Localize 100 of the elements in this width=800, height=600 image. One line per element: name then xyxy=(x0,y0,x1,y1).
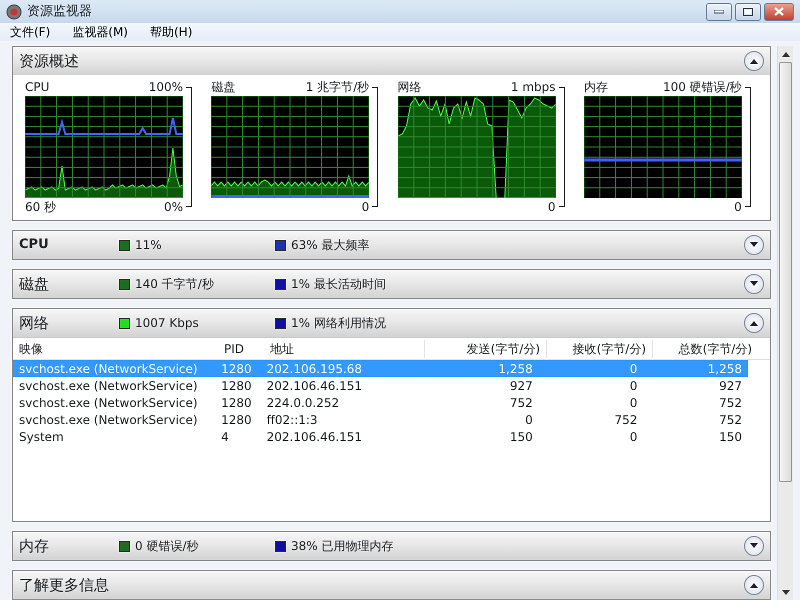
section-title: 磁盘 xyxy=(19,274,50,295)
maximize-button[interactable] xyxy=(735,2,761,20)
graph-time-span: 60 秒 xyxy=(25,199,56,216)
table-cell-text: 224.0.0.252 xyxy=(266,394,340,412)
section-title: 资源概述 xyxy=(19,50,80,72)
table-cell-text: 1,258 xyxy=(706,360,743,378)
section-title: 内存 xyxy=(19,536,50,557)
graph-scale-max: 1 mbps xyxy=(510,79,556,96)
indicator-text: 1% 网络利用情况 xyxy=(291,315,386,332)
table-cell-text: 752 xyxy=(718,412,743,428)
window-title: 资源监视器 xyxy=(27,2,93,21)
table-cell-text: svchost.exe (NetworkService) xyxy=(18,412,199,428)
section-title: 了解更多信息 xyxy=(19,574,110,596)
table-cell-text: 202.106.46.151 xyxy=(266,428,364,446)
indicator-text: 1007 Kbps xyxy=(135,315,199,332)
table-cell-text: 150 xyxy=(718,428,743,446)
indicator-text: 11% xyxy=(135,237,162,254)
graph-scale-min: 0 xyxy=(548,199,556,216)
column-header[interactable]: PID xyxy=(218,340,264,358)
section-header[interactable]: 网络 1007 Kbps 1% 网络利用情况 xyxy=(13,309,770,337)
table-row[interactable]: svchost.exe (NetworkService) 1280 ff02::1:3 0 752 752 xyxy=(13,411,748,428)
table-cell-text: 752 xyxy=(613,412,638,428)
graph-scale-min: 0% xyxy=(164,199,183,216)
column-header[interactable]: 总数(字节/分) xyxy=(652,340,758,358)
table-cell-text: 1,258 xyxy=(497,360,534,378)
expand-toggle[interactable] xyxy=(744,536,764,556)
table-cell-text: 927 xyxy=(718,378,743,394)
minimize-icon xyxy=(714,10,724,14)
table-row[interactable]: svchost.exe (NetworkService) 1280 224.0.0.252 752 0 752 xyxy=(13,394,748,411)
graph-label: CPU xyxy=(25,79,50,96)
section-header[interactable]: 了解更多信息 xyxy=(13,571,770,599)
menu-item[interactable]: 文件(F) xyxy=(8,23,52,41)
expand-toggle[interactable] xyxy=(744,313,764,333)
graph-label: 网络 xyxy=(398,79,422,96)
table-cell-text: 202.106.195.68 xyxy=(266,360,364,378)
table-cell-text: 752 xyxy=(508,394,534,412)
caret-up-icon xyxy=(749,582,759,588)
indicator-text: 38% 已用物理内存 xyxy=(291,538,394,555)
section-title: 网络 xyxy=(19,312,50,334)
table-cell-text: svchost.exe (NetworkService) xyxy=(18,394,199,412)
graph-scale-min: 0 xyxy=(362,199,370,216)
table-cell-text: 0 xyxy=(628,360,638,378)
expand-toggle[interactable] xyxy=(744,51,764,71)
close-button[interactable] xyxy=(764,2,794,20)
caret-down-icon xyxy=(749,543,759,549)
maximize-icon xyxy=(743,8,753,16)
caret-down-icon xyxy=(749,242,759,248)
graph-scale-min: 0 xyxy=(734,199,742,216)
expand-toggle[interactable] xyxy=(744,575,764,595)
column-header[interactable]: 地址 xyxy=(264,340,424,358)
table-cell-text: svchost.exe (NetworkService) xyxy=(18,360,199,378)
indicator-text: 140 千字节/秒 xyxy=(135,276,214,293)
section-header[interactable]: 资源概述 xyxy=(13,47,770,75)
section-header[interactable]: CPU 11% 63% 最大频率 xyxy=(13,231,770,259)
scroll-thumb[interactable] xyxy=(779,62,792,482)
caret-down-icon xyxy=(749,281,759,287)
app-icon xyxy=(6,4,22,20)
table-cell-text: 927 xyxy=(508,378,534,394)
indicator-text: 63% 最大频率 xyxy=(291,237,370,254)
column-header[interactable]: 接收(字节/分) xyxy=(546,340,652,358)
column-header[interactable]: 映像 xyxy=(13,340,218,358)
table-cell-text: 202.106.46.151 xyxy=(266,378,364,394)
graph-label: 磁盘 xyxy=(211,79,236,96)
table-cell-text: 0 xyxy=(628,378,638,394)
table-cell-text: 1280 xyxy=(220,394,253,412)
scroll-down-icon xyxy=(782,590,790,594)
caret-up-icon xyxy=(749,320,759,326)
graph-scale-max: 1 兆字节/秒 xyxy=(306,79,370,96)
table-cell-text: 752 xyxy=(718,394,743,412)
column-header[interactable]: 发送(字节/分) xyxy=(424,340,546,358)
menu-item[interactable]: 监视器(M) xyxy=(70,23,130,41)
table-cell-text: 1280 xyxy=(220,412,253,428)
graph-label: 内存 xyxy=(584,79,608,96)
menu-item[interactable]: 帮助(H) xyxy=(148,23,194,41)
table-cell-text: 0 xyxy=(628,428,638,446)
scroll-up-icon xyxy=(782,52,790,56)
table-cell-text: 0 xyxy=(628,394,638,412)
minimize-button[interactable] xyxy=(706,2,732,20)
table-row[interactable]: svchost.exe (NetworkService) 1280 202.106.46.151 927 0 927 xyxy=(13,377,748,394)
expand-toggle[interactable] xyxy=(744,235,764,255)
table-cell-text: 1280 xyxy=(220,378,253,394)
graph-scale-max: 100% xyxy=(148,79,183,96)
expand-toggle[interactable] xyxy=(744,274,764,294)
table-cell-text: ff02::1:3 xyxy=(266,412,319,428)
table-cell-text: svchost.exe (NetworkService) xyxy=(18,378,199,394)
table-cell-text: 150 xyxy=(508,428,534,446)
table-cell-text: System xyxy=(18,428,65,446)
indicator-text: 1% 最长活动时间 xyxy=(291,276,386,293)
table-cell-text: 1280 xyxy=(220,360,253,378)
caret-up-icon xyxy=(749,58,759,64)
section-header[interactable]: 磁盘 140 千字节/秒 1% 最长活动时间 xyxy=(13,270,770,298)
table-cell-text: 0 xyxy=(524,412,534,428)
table-row[interactable]: System 4 202.106.46.151 150 0 150 xyxy=(13,428,748,445)
table-cell-text: 4 xyxy=(220,428,230,446)
indicator-text: 0 硬错误/秒 xyxy=(135,538,198,555)
section-header[interactable]: 内存 0 硬错误/秒 38% 已用物理内存 xyxy=(13,532,770,560)
graph-scale-max: 100 硬错误/秒 xyxy=(662,79,742,96)
close-icon xyxy=(774,7,784,16)
section-title: CPU xyxy=(19,236,50,254)
scrollbar[interactable] xyxy=(777,46,793,600)
